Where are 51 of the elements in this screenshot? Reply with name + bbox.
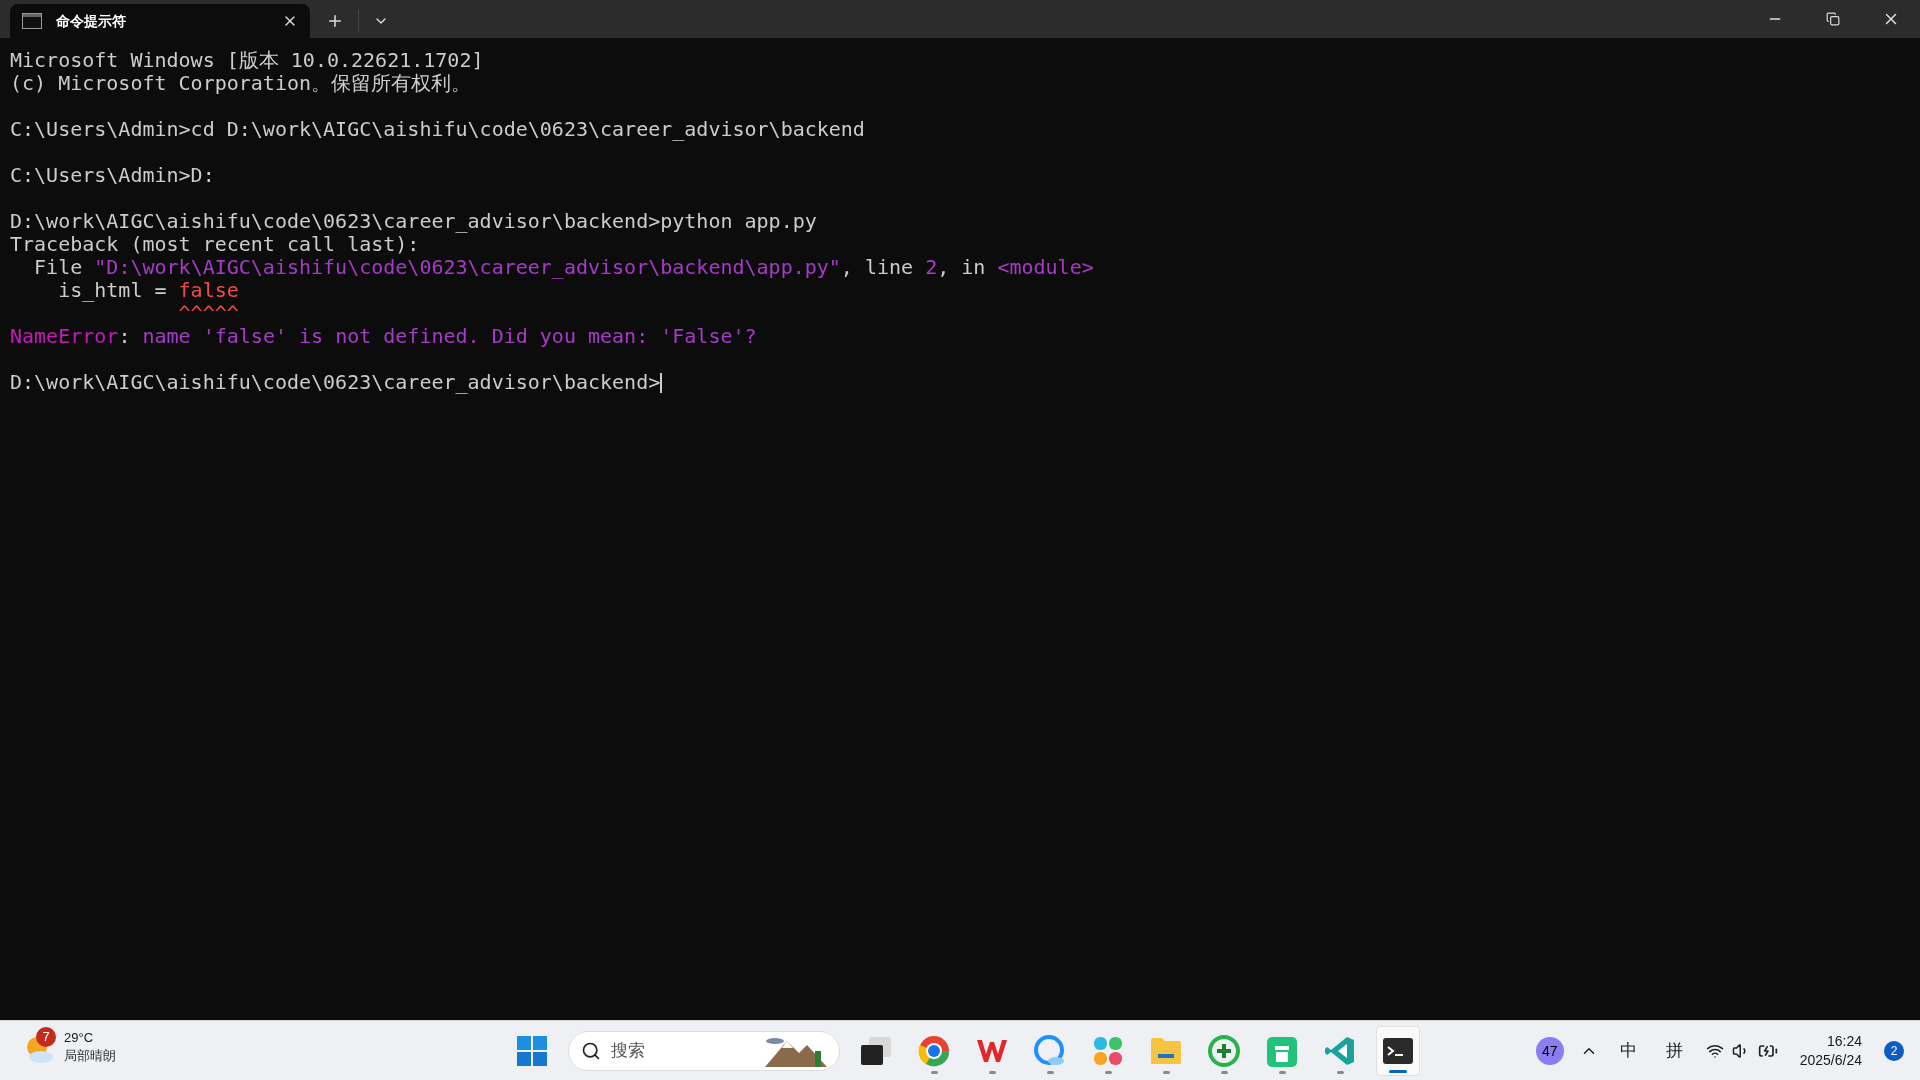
terminal-text: D:\work\AIGC\aishifu\code\0623\career_advisor\backend>python app.py	[10, 210, 817, 233]
weather-widget[interactable]: 7 29°C 局部晴朗	[24, 1029, 116, 1065]
terminal-text: :	[118, 325, 132, 348]
terminal-text: ^^^^^	[177, 302, 239, 325]
terminal-text: File	[33, 256, 84, 279]
terminal-text: , in	[937, 256, 987, 279]
terminal-text: NameError	[10, 325, 119, 348]
restore-icon[interactable]	[1826, 12, 1840, 26]
terminal-text: Traceback (most recent call last):	[10, 233, 420, 256]
code-editor-icon	[1325, 1035, 1355, 1066]
terminal-text: , line	[840, 256, 915, 279]
terminal-text: 2	[925, 256, 938, 279]
new-tab-icon[interactable]	[326, 12, 344, 30]
terminal-icon	[1383, 1037, 1413, 1064]
search-box[interactable]: 搜索	[568, 1030, 840, 1071]
clock-time: 16:24	[1826, 1032, 1862, 1051]
plus-circle-icon	[1208, 1034, 1240, 1067]
browser-icon	[918, 1034, 950, 1067]
folder-icon	[1150, 1036, 1182, 1065]
terminal-text: false	[178, 279, 239, 302]
input-method-indicator[interactable]: 拼	[1659, 1038, 1690, 1064]
windows-logo-icon	[517, 1035, 547, 1066]
weather-badge: 7	[36, 1027, 56, 1047]
text-cursor	[660, 372, 663, 393]
notification-count-badge[interactable]: 47	[1535, 1037, 1564, 1065]
terminal-text: name 'false' is not defined. Did you mean: 'False'?	[142, 325, 757, 348]
search-placeholder: 搜索	[611, 1039, 646, 1062]
terminal-text: "D:\work\AIGC\aishifu\code\0623\career_advisor\backend\app.py"	[94, 256, 841, 279]
terminal-text: is_html =	[57, 279, 167, 302]
terminal-text: C:\Users\Admin>cd D:\work\AIGC\aishifu\code\0623\career_advisor\backend	[10, 118, 865, 141]
temperature-text: 29°C	[64, 1029, 95, 1047]
terminal-text: C:\Users\Admin>D:	[10, 164, 215, 187]
stacked-windows-icon	[861, 1036, 891, 1065]
petal-icon	[1092, 1034, 1124, 1067]
clock[interactable]: 16:24 2025/6/24	[1793, 1032, 1868, 1070]
terminal-text: D:\work\AIGC\aishifu\code\0623\career_advisor\backend>	[10, 371, 661, 394]
weather-condition: 局部晴朗	[64, 1047, 116, 1065]
terminal-text: Microsoft Windows [版本 10.0.22621.1702]	[10, 49, 484, 72]
search-icon	[581, 1040, 601, 1061]
chat-bubble-icon	[1034, 1034, 1066, 1067]
terminal-tab[interactable]: 命令提示符	[10, 4, 310, 38]
notification-badge[interactable]: 2	[1884, 1041, 1904, 1061]
console-window-icon	[22, 13, 42, 29]
taskbar-app-button[interactable]	[1376, 1025, 1420, 1076]
wifi-icon[interactable]	[1705, 1042, 1724, 1060]
brush-tile-icon	[1267, 1034, 1297, 1067]
clock-date: 2025/6/24	[1799, 1051, 1862, 1070]
terminal-text: (c) Microsoft Corporation。保留所有权利。	[10, 72, 472, 95]
tab-title: 命令提示符	[56, 11, 127, 31]
terminal-text: <module>	[997, 256, 1094, 279]
input-mode-indicator[interactable]: 中	[1613, 1038, 1644, 1064]
